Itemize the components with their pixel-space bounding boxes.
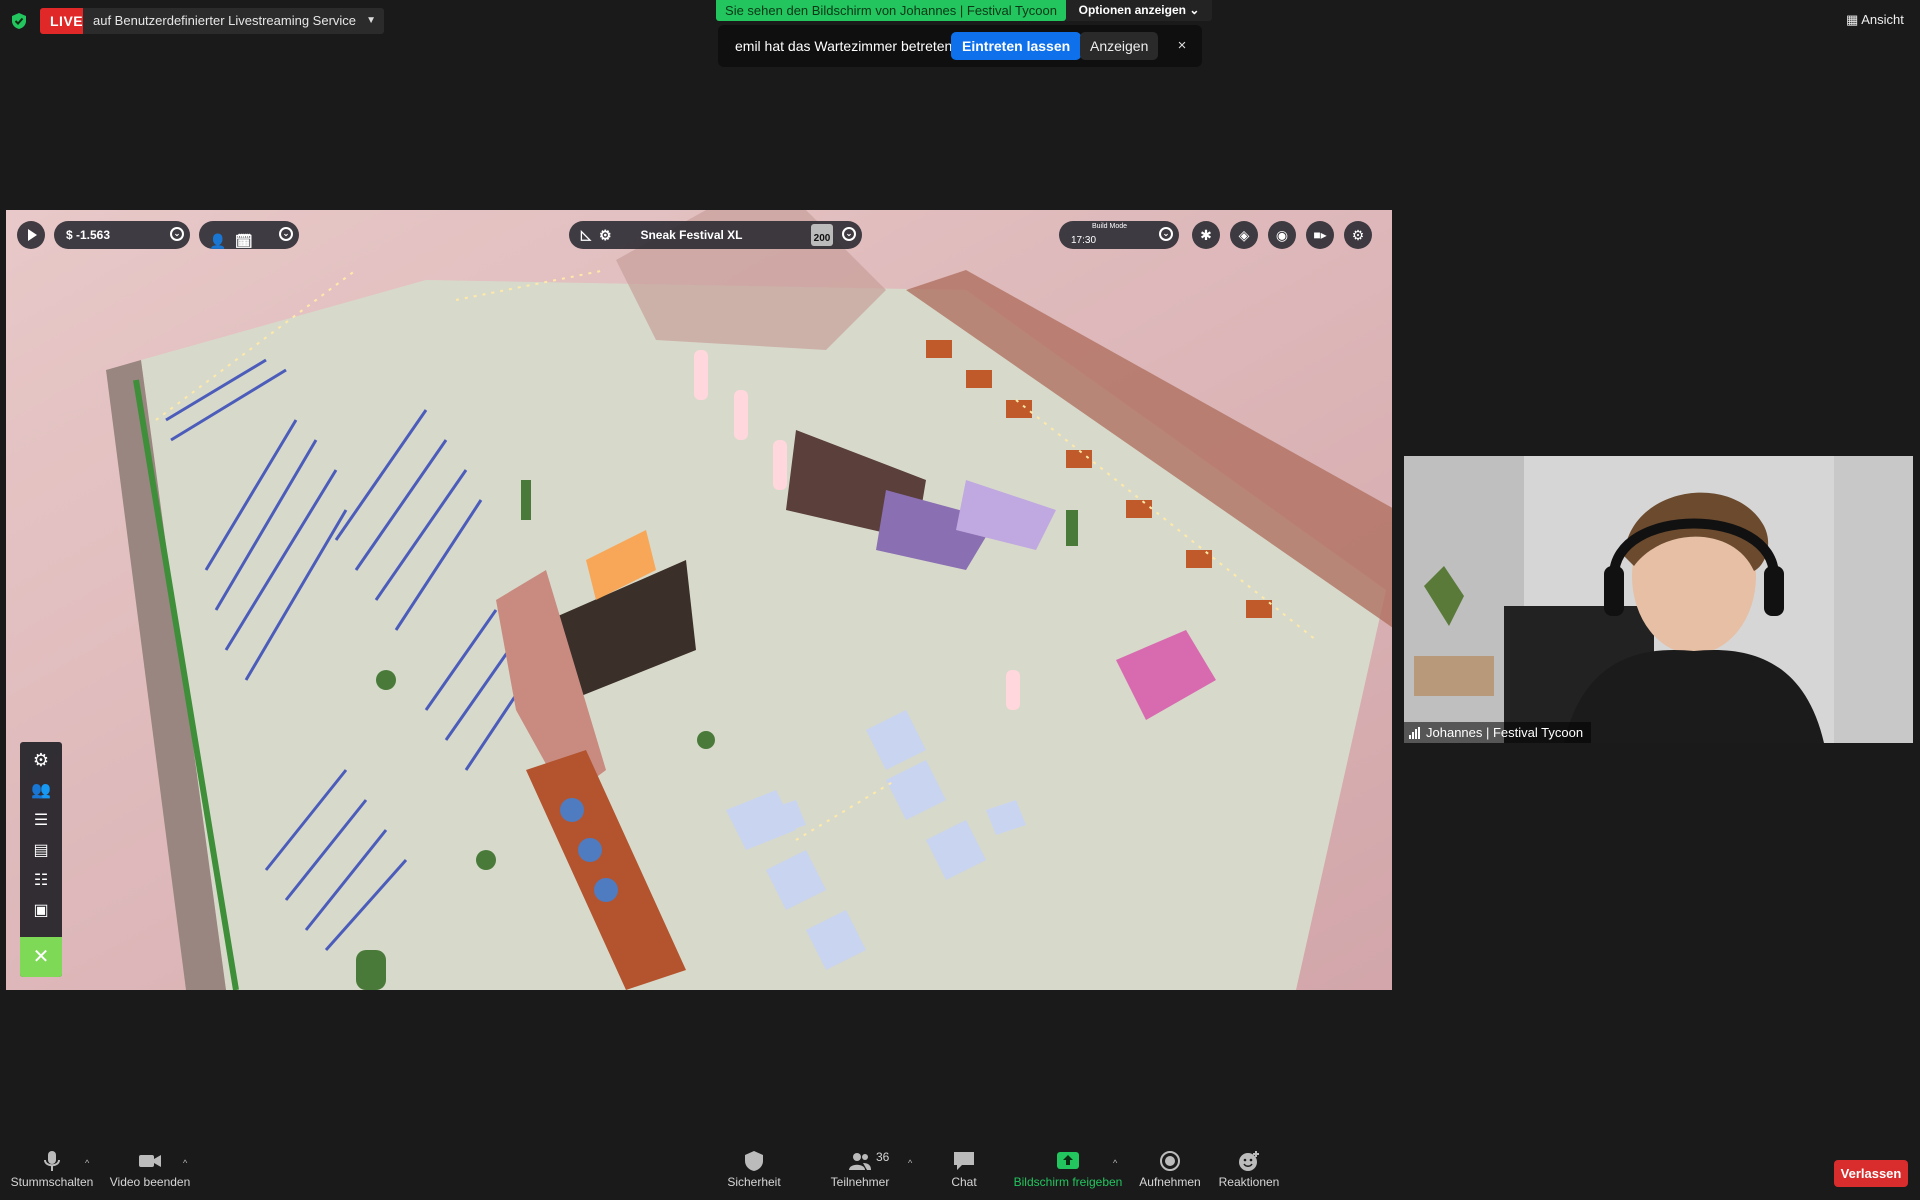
chevron-up-icon[interactable]: ^ bbox=[908, 1158, 912, 1168]
view-waiting-room-button[interactable]: Anzeigen bbox=[1080, 32, 1159, 60]
chevron-up-icon[interactable]: ^ bbox=[1113, 1158, 1117, 1168]
participants-button[interactable]: 36 Teilnehmer bbox=[818, 1150, 902, 1189]
chevron-down-icon[interactable]: ⌄ bbox=[170, 227, 184, 241]
checklist-icon[interactable]: ☷ bbox=[29, 870, 53, 894]
reactions-icon bbox=[1239, 1151, 1259, 1171]
chevron-down-icon[interactable]: ⌄ bbox=[1159, 227, 1173, 241]
gear-icon: ⚙ bbox=[1351, 227, 1365, 243]
share-screen-icon bbox=[1057, 1152, 1079, 1169]
camera-button[interactable]: ■▸ bbox=[1306, 221, 1334, 249]
security-button[interactable]: Sicherheit bbox=[712, 1150, 796, 1189]
grid-view-icon: ▦ bbox=[1846, 12, 1859, 27]
radar-button[interactable]: ◉ bbox=[1268, 221, 1296, 249]
participants-icon bbox=[849, 1153, 871, 1170]
signal-strength-icon bbox=[1409, 727, 1420, 739]
chat-button[interactable]: Chat bbox=[922, 1150, 1006, 1189]
mute-label: Stummschalten bbox=[10, 1175, 94, 1189]
shared-screen[interactable]: $ -1.563 ⌄ 👤 🗓 ⌄ ◺ ⚙ Sneak Festival XL 2… bbox=[6, 210, 1392, 990]
bug-icon: ✱ bbox=[1200, 227, 1212, 243]
livestream-service-dropdown[interactable]: auf Benutzerdefinierter Livestreaming Se… bbox=[83, 8, 385, 34]
build-mode-clock[interactable]: Build Mode 17:30 ⌄ bbox=[1059, 221, 1179, 249]
video-camera-icon bbox=[139, 1155, 161, 1167]
staff-icon: 👤 bbox=[209, 233, 227, 249]
mode-label: Build Mode bbox=[1092, 223, 1128, 230]
game-tool-sidebar: ⚙ 👥 ☰ ▤ ☷ ▣ ✕ bbox=[20, 742, 62, 977]
chevron-down-icon[interactable]: ⌄ bbox=[279, 227, 293, 241]
close-icon[interactable]: × bbox=[1170, 25, 1194, 67]
participants-label: Teilnehmer bbox=[830, 1175, 890, 1189]
gear-icon[interactable]: ⚙ bbox=[29, 750, 53, 774]
share-screen-button[interactable]: Bildschirm freigeben bbox=[1008, 1150, 1128, 1189]
participant-video[interactable]: Johannes | Festival Tycoon bbox=[1404, 456, 1913, 743]
chat-label: Chat bbox=[951, 1175, 977, 1189]
mute-button[interactable]: Stummschalten bbox=[10, 1150, 94, 1189]
view-options-button[interactable]: Optionen anzeigen ⌄ bbox=[1066, 0, 1212, 21]
chat-icon bbox=[954, 1152, 974, 1170]
play-button[interactable] bbox=[17, 221, 45, 249]
participant-video-feed bbox=[1404, 456, 1913, 743]
notification-text: emil hat das Wartezimmer betreten bbox=[735, 38, 953, 54]
game-time: 17:30 bbox=[1071, 235, 1097, 246]
record-button[interactable]: Aufnehmen bbox=[1128, 1150, 1212, 1189]
view-menu-label: Ansicht bbox=[1861, 12, 1904, 27]
livestream-service-label: auf Benutzerdefinierter Livestreaming Se… bbox=[93, 13, 357, 28]
stop-video-button[interactable]: Video beenden bbox=[108, 1150, 192, 1189]
record-icon bbox=[1160, 1151, 1180, 1171]
view-menu-button[interactable]: ▦ Ansicht bbox=[1846, 10, 1904, 30]
record-label: Aufnehmen bbox=[1139, 1175, 1201, 1189]
chevron-down-icon[interactable]: ⌄ bbox=[842, 227, 856, 241]
stop-video-label: Video beenden bbox=[109, 1175, 191, 1189]
chevron-down-icon: ⌄ bbox=[1189, 3, 1200, 17]
microphone-icon bbox=[44, 1151, 60, 1171]
play-icon bbox=[28, 229, 37, 241]
chevron-down-icon: ▼ bbox=[366, 15, 377, 26]
layers-icon: ◈ bbox=[1238, 227, 1250, 243]
waiting-room-notification: emil hat das Wartezimmer betreten Eintre… bbox=[718, 25, 1202, 67]
build-tools-icon: ✕ bbox=[32, 946, 50, 968]
game-scene bbox=[6, 210, 1392, 990]
chevron-up-icon[interactable]: ^ bbox=[183, 1158, 187, 1168]
capacity-badge: 200 bbox=[811, 224, 833, 246]
radar-icon: ◉ bbox=[1275, 227, 1289, 243]
reactions-button[interactable]: Reaktionen bbox=[1207, 1150, 1291, 1189]
staff-icon[interactable]: 👥 bbox=[29, 780, 53, 804]
build-tool-button[interactable]: ✕ bbox=[20, 937, 62, 977]
staff-panel[interactable]: 👤 🗓 ⌄ bbox=[199, 221, 299, 249]
security-shield-icon bbox=[12, 13, 26, 29]
video-camera-icon: ■▸ bbox=[1313, 228, 1327, 242]
participants-count: 36 bbox=[876, 1150, 890, 1164]
festival-name: Sneak Festival XL bbox=[640, 228, 743, 242]
shield-icon bbox=[745, 1151, 763, 1171]
festival-title-bar[interactable]: ◺ ⚙ Sneak Festival XL 200 ⌄ bbox=[569, 221, 862, 249]
money-display[interactable]: $ -1.563 ⌄ bbox=[54, 221, 190, 249]
settings-button[interactable]: ⚙ bbox=[1344, 221, 1372, 249]
participant-name: Johannes | Festival Tycoon bbox=[1426, 725, 1584, 740]
leave-button[interactable]: Verlassen bbox=[1834, 1160, 1908, 1187]
admit-button[interactable]: Eintreten lassen bbox=[951, 32, 1082, 60]
bug-report-button[interactable]: ✱ bbox=[1192, 221, 1220, 249]
calendar-icon[interactable]: ▤ bbox=[29, 840, 53, 864]
ticket-icon[interactable]: ▣ bbox=[29, 900, 53, 924]
list-icon[interactable]: ☰ bbox=[29, 810, 53, 834]
security-label: Sicherheit bbox=[727, 1175, 781, 1189]
money-value: $ -1.563 bbox=[66, 228, 111, 242]
booking-icon: 🗓 bbox=[235, 233, 253, 249]
reactions-label: Reaktionen bbox=[1218, 1175, 1280, 1189]
chevron-up-icon[interactable]: ^ bbox=[85, 1158, 89, 1168]
screen-share-banner: Sie sehen den Bildschirm von Johannes | … bbox=[716, 0, 1066, 21]
share-screen-label: Bildschirm freigeben bbox=[1013, 1175, 1123, 1189]
participant-name-tag: Johannes | Festival Tycoon bbox=[1404, 722, 1592, 743]
layers-button[interactable]: ◈ bbox=[1230, 221, 1258, 249]
view-options-label: Optionen anzeigen bbox=[1078, 3, 1186, 17]
